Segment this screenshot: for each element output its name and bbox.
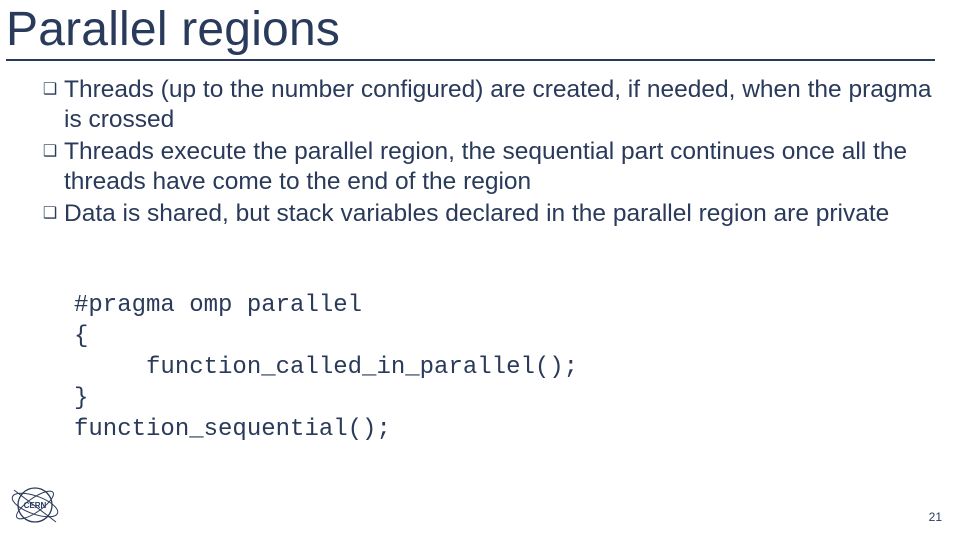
code-block: #pragma omp parallel { function_called_i… <box>74 259 944 445</box>
code-line: function_sequential(); <box>74 416 391 443</box>
slide: Parallel regions ❑ Threads (up to the nu… <box>0 0 960 540</box>
square-bullet-icon: ❑ <box>36 75 64 105</box>
slide-title: Parallel regions <box>6 2 935 57</box>
bullet-text: Data is shared, but stack variables decl… <box>64 199 889 229</box>
bullet-text: Threads execute the parallel region, the… <box>64 137 944 197</box>
list-item: ❑ Threads (up to the number configured) … <box>36 75 944 135</box>
list-item: ❑ Data is shared, but stack variables de… <box>36 199 944 229</box>
list-item: ❑ Threads execute the parallel region, t… <box>36 137 944 197</box>
code-line: function_called_in_parallel(); <box>74 354 578 381</box>
title-underline: Parallel regions <box>6 0 935 61</box>
cern-logo-icon: CERN <box>10 480 60 530</box>
svg-text:CERN: CERN <box>24 501 47 510</box>
code-line: { <box>74 323 88 350</box>
code-line: #pragma omp parallel <box>74 292 362 319</box>
bullet-list: ❑ Threads (up to the number configured) … <box>36 75 944 229</box>
code-line: } <box>74 385 88 412</box>
square-bullet-icon: ❑ <box>36 137 64 167</box>
bullet-text: Threads (up to the number configured) ar… <box>64 75 944 135</box>
square-bullet-icon: ❑ <box>36 199 64 229</box>
page-number: 21 <box>929 510 942 524</box>
